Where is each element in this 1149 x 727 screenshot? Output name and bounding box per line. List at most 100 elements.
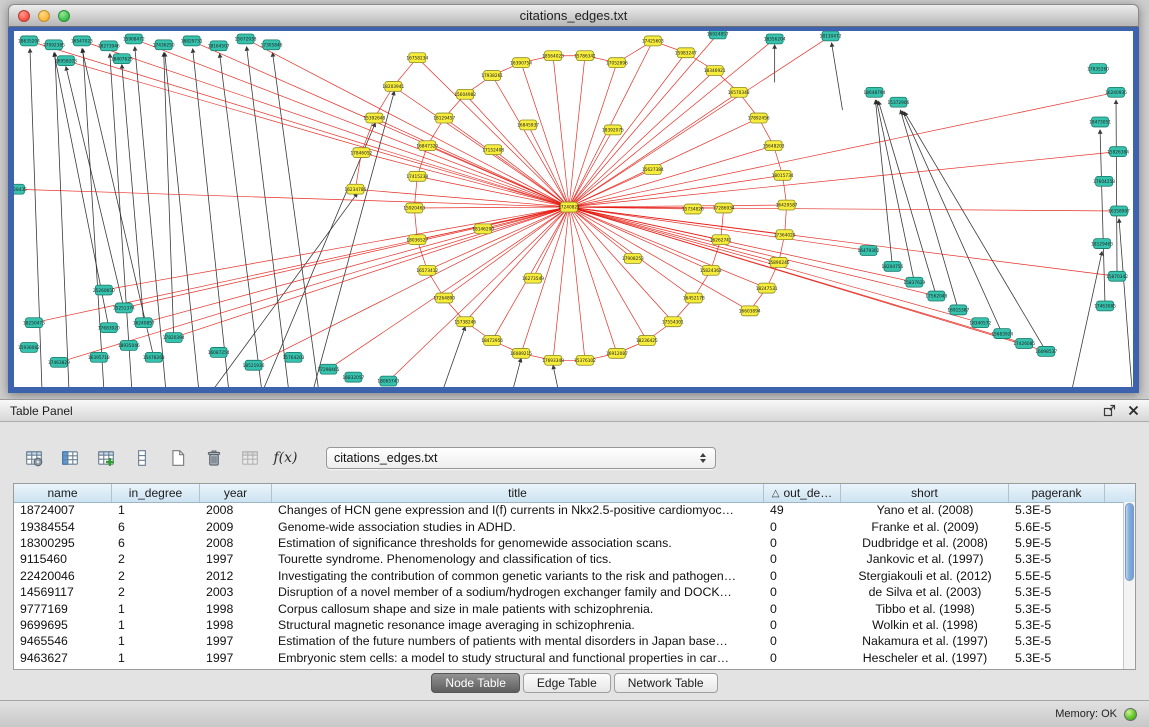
graph-node[interactable]: 15372906 [888,97,910,107]
table-cell[interactable]: 22420046 [14,569,112,583]
table-cell[interactable]: Jankovic et al. (1997) [841,552,1009,566]
table-rows-icon[interactable] [128,445,155,471]
graph-node[interactable]: 18935046 [118,341,140,351]
table-cell[interactable]: 9777169 [14,602,112,616]
graph-node[interactable]: 17846052 [350,148,372,158]
graph-node[interactable]: 17562048 [925,291,947,301]
graph-node[interactable]: 18129463 [1091,239,1113,249]
graph-node[interactable]: 15920463 [403,203,425,213]
table-cell[interactable]: 0 [764,569,841,583]
graph-edge-red[interactable] [521,63,569,207]
graph-node[interactable]: 15870342 [1106,271,1128,281]
table-cell[interactable]: 1 [112,634,200,648]
graph-edge-black[interactable] [904,112,1046,351]
table-cell[interactable]: Tibbo et al. (1998) [841,602,1009,616]
table-cell[interactable]: 1 [112,618,200,632]
tab-node-table[interactable]: Node Table [431,673,520,693]
table-scrollbar[interactable] [1123,502,1135,669]
table-cell[interactable]: 0 [764,552,841,566]
graph-edge-red[interactable] [29,41,569,207]
table-cell[interactable]: 19384554 [14,520,112,534]
table-cell[interactable]: Disruption of a novel member of a sodium… [272,585,764,599]
graph-node[interactable]: 17298465 [318,364,340,374]
graph-edge-black[interactable] [1072,252,1102,387]
graph-node[interactable]: 18164507 [208,41,230,51]
graph-node[interactable]: 16429587 [776,200,798,210]
table-row[interactable]: 946554611997Estimation of the future num… [14,633,1123,649]
graph-edge-black[interactable] [135,47,166,387]
graph-edge-black[interactable] [513,358,521,387]
graph-node[interactable]: 18356204 [764,34,786,44]
graph-node[interactable]: 16234785 [344,184,366,194]
graph-node[interactable]: 18635204 [18,36,40,46]
graph-node[interactable]: 15837629 [903,277,925,287]
table-cell[interactable]: 0 [764,536,841,550]
column-header-year[interactable]: year [200,484,272,502]
graph-node[interactable]: 17364029 [774,230,796,240]
graph-node[interactable]: 18346921 [704,66,726,76]
graph-node[interactable]: 17092385 [43,40,65,50]
table-cell[interactable]: 9699695 [14,618,112,632]
graph-edge-black[interactable] [875,100,892,266]
graph-edge-red[interactable] [569,207,617,353]
table-cell[interactable]: Yano et al. (2008) [841,503,1009,517]
minimize-window-icon[interactable] [38,10,50,22]
graph-node[interactable]: 17463829 [48,357,70,367]
graph-node[interactable]: 18130472 [820,31,842,41]
graph-edge-red[interactable] [82,41,569,207]
table-cell[interactable]: 1998 [200,618,272,632]
table-cell[interactable]: Corpus callosum shape and size in male p… [272,602,764,616]
table-cell[interactable]: 1 [112,651,200,665]
graph-node[interactable]: 18146290 [472,224,494,234]
graph-edge-red[interactable] [134,39,569,207]
graph-node[interactable]: 18036527 [406,235,428,245]
graph-edge-red[interactable] [569,175,783,207]
graph-node[interactable]: 17264890 [433,293,455,303]
tab-network-table[interactable]: Network Table [614,673,718,693]
graph-edge-black[interactable] [193,49,229,387]
table-row[interactable]: 977716911998Corpus callosum shape and si… [14,600,1123,616]
graph-node[interactable]: 25260650 [93,285,115,295]
graph-node[interactable]: 16089215 [510,348,532,358]
table-cell[interactable]: Genome-wide association studies in ADHD. [272,520,764,534]
graph-node[interactable]: 15908472 [123,34,145,44]
graph-node[interactable]: 16395718 [88,352,110,362]
graph-node[interactable]: 17463085 [1094,301,1116,311]
table-cell[interactable]: 5.3E-5 [1009,602,1105,616]
graph-node[interactable]: 16479302 [858,246,880,256]
graph-node[interactable]: 16240857 [133,318,155,328]
column-header-pagerank[interactable]: pagerank [1009,484,1105,502]
graph-node[interactable]: 18236425 [636,336,658,346]
graph-node[interactable]: 15734826 [682,204,704,214]
table-row[interactable]: 911546021997Tourette syndrome. Phenomeno… [14,551,1123,567]
graph-edge-red[interactable] [465,94,569,207]
graph-edge-black[interactable] [1119,219,1132,387]
graph-edge-red[interactable] [144,207,569,323]
graph-node[interactable]: 17425603 [642,36,664,46]
graph-node[interactable]: 15392648 [363,113,385,123]
table-cell[interactable]: Changes of HCN gene expression and I(f) … [272,503,764,517]
graph-node[interactable]: 18203941 [382,81,404,91]
table-cell[interactable]: 5.3E-5 [1009,651,1105,665]
graph-node[interactable]: 15890246 [768,257,790,267]
table-cell[interactable]: Stergiakouli et al. (2012) [841,569,1009,583]
graph-node[interactable]: 17240821 [558,202,580,212]
column-visibility-icon[interactable] [56,445,83,471]
network-canvas[interactable]: 1724082117286934162627411582436316452178… [8,27,1139,393]
table-cell[interactable]: 0 [764,602,841,616]
graph-node[interactable]: 15672938 [235,34,257,44]
graph-edge-red[interactable] [569,152,1118,207]
graph-node[interactable]: 17938261 [481,71,503,81]
graph-node[interactable]: 18407625 [111,54,133,64]
graph-node[interactable]: 16845937 [517,120,539,130]
memory-status-icon[interactable] [1124,708,1137,721]
graph-edge-red[interactable] [427,207,569,270]
table-row[interactable]: 1830029562008Estimation of significance … [14,535,1123,551]
table-cell[interactable]: 2 [112,585,200,599]
table-cell[interactable]: 2012 [200,569,272,583]
graph-node[interactable]: 15251374 [113,303,135,313]
column-header-name[interactable]: name [14,484,112,502]
graph-edge-red[interactable] [569,207,1119,211]
graph-edge-red[interactable] [361,153,569,207]
graph-node[interactable]: 16832057 [342,372,364,382]
